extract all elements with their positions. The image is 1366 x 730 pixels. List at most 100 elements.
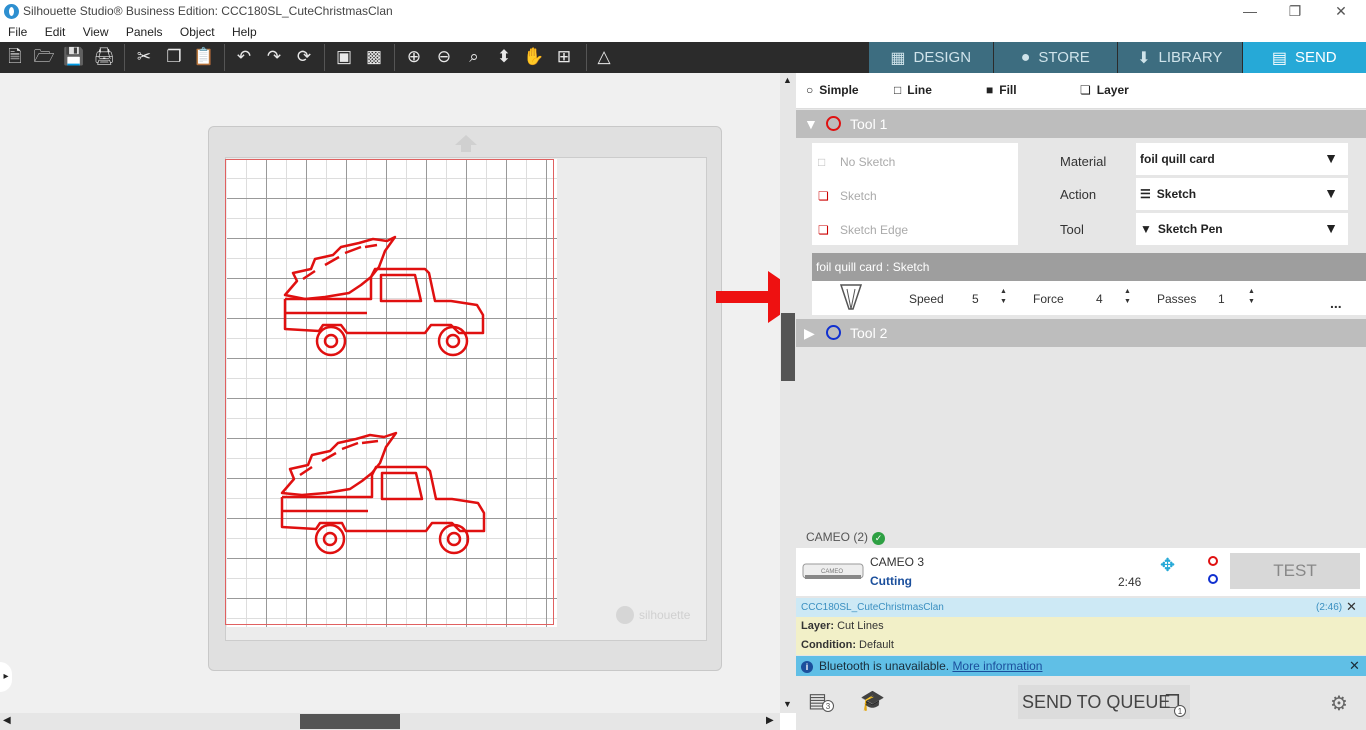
cut-icon[interactable]: ✂	[132, 45, 156, 69]
open-icon[interactable]: 🗁	[32, 45, 56, 69]
sketch-lines-icon: ☰	[1140, 187, 1151, 201]
tool1-color-icon	[826, 116, 841, 131]
group-icon[interactable]: ▣	[332, 45, 356, 69]
close-job-icon[interactable]: ✕	[1346, 599, 1357, 615]
mode-simple[interactable]: ○ Simple	[806, 83, 859, 97]
passes-label: Passes	[1157, 292, 1197, 306]
fit-icon[interactable]: ⊞	[552, 45, 576, 69]
undo-icon[interactable]: ↶	[232, 45, 256, 69]
menu-help[interactable]: Help	[218, 24, 257, 39]
force-stepper[interactable]: ▲ ▼	[1124, 287, 1131, 307]
sketch-edge-option[interactable]: ❏ Sketch Edge	[818, 223, 908, 237]
mode-line[interactable]: □ Line	[894, 83, 932, 97]
restore-icon[interactable]: ❐	[1285, 3, 1305, 21]
passes-value[interactable]: 1	[1218, 292, 1225, 306]
no-sketch-option[interactable]: □ No Sketch	[818, 155, 895, 169]
horizontal-scroll-thumb[interactable]	[300, 714, 400, 729]
tool-label: Tool	[1060, 222, 1084, 237]
minimize-icon[interactable]: —	[1240, 3, 1260, 21]
vertical-scroll-thumb[interactable]	[781, 313, 795, 381]
tool-dropdown[interactable]: ▼ Sketch Pen ▼	[1136, 213, 1348, 245]
sketch-option[interactable]: ❏ Sketch	[818, 189, 877, 203]
force-label: Force	[1033, 292, 1064, 306]
sketch-options: □ No Sketch ❏ Sketch ❏ Sketch Edge	[812, 143, 1018, 245]
redo-icon[interactable]: ↷	[262, 45, 286, 69]
speed-stepper[interactable]: ▲ ▼	[1000, 287, 1007, 307]
more-information-link[interactable]: More information	[952, 659, 1042, 673]
device-name: CAMEO 3	[870, 555, 925, 569]
material-label: Material	[1060, 154, 1107, 169]
info-icon: i	[801, 661, 813, 673]
test-button[interactable]: TEST	[1230, 553, 1360, 589]
zoom-select-icon[interactable]: ⌕	[462, 45, 486, 69]
mode-fill[interactable]: ■ Fill	[986, 83, 1017, 97]
print-icon[interactable]: 🖨	[92, 45, 116, 69]
tab-design[interactable]: ▦ DESIGN	[868, 42, 993, 73]
tutorial-icon[interactable]: 🎓	[860, 688, 885, 713]
passes-stepper[interactable]: ▲ ▼	[1248, 287, 1255, 307]
close-icon[interactable]: ✕	[1331, 3, 1351, 21]
ungroup-icon[interactable]: ▩	[362, 45, 386, 69]
copy-icon[interactable]: ❐	[162, 45, 186, 69]
tool2-color-icon	[826, 325, 841, 340]
scroll-left-icon[interactable]: ◀	[3, 715, 11, 726]
chevron-down-icon: ▼	[1324, 185, 1338, 201]
menu-view[interactable]: View	[69, 24, 109, 39]
tab-send[interactable]: ▤ SEND	[1241, 42, 1366, 73]
truck-design-2[interactable]	[272, 429, 492, 559]
zoom-out-icon[interactable]: ⊖	[432, 45, 456, 69]
toolbar: 🗎 🗁 💾 🖨 ✂ ❐ 📋 ↶ ↷ ⟳ ▣ ▩ ⊕ ⊖ ⌕ ⬍ ✋ ⊞ △	[0, 42, 868, 73]
send-panel: ○ Simple □ Line ■ Fill ❏ Layer ▼ Tool 1 □ No …	[796, 73, 1366, 730]
truck-design-1[interactable]	[275, 233, 490, 363]
chevron-down-icon: ▼	[1324, 150, 1338, 166]
tool2-header[interactable]: ▶ Tool 2	[796, 319, 1366, 347]
gear-icon[interactable]: ⚙	[1330, 691, 1348, 716]
layer-icon: ❏	[1080, 83, 1091, 97]
material-dropdown[interactable]: foil quill card ▼	[1136, 143, 1348, 175]
menu-file[interactable]: File	[0, 24, 27, 39]
device-row[interactable]: CAMEO CAMEO 3 Cutting 2:46 ✥ TEST	[796, 548, 1366, 596]
title-bar: Silhouette Studio® Business Edition: CCC…	[0, 0, 1366, 24]
redraw-icon[interactable]: ⟳	[292, 45, 316, 69]
more-options[interactable]: ...	[1330, 295, 1342, 311]
material-summary: foil quill card : Sketch	[812, 253, 1366, 281]
silhouette-icon: ●	[1020, 48, 1031, 66]
tab-store[interactable]: ● STORE	[992, 42, 1117, 73]
cutter-icon: ▤	[1271, 49, 1287, 67]
menu-panels[interactable]: Panels	[112, 24, 163, 39]
menu-object[interactable]: Object	[166, 24, 215, 39]
sketch-icon: ❏	[818, 189, 829, 203]
menu-edit[interactable]: Edit	[31, 24, 66, 39]
scroll-down-icon[interactable]: ▼	[783, 699, 792, 709]
mode-layer[interactable]: ❏ Layer	[1080, 83, 1129, 97]
device-header: CAMEO (2) ✓	[796, 530, 1366, 548]
scroll-right-icon[interactable]: ▶	[766, 715, 774, 726]
action-dropdown[interactable]: ☰ Sketch ▼	[1136, 178, 1348, 210]
pan-icon[interactable]: ✋	[522, 45, 546, 69]
move-icon[interactable]: ⬍	[492, 45, 516, 69]
pattern-icon[interactable]: △	[592, 45, 616, 69]
save-icon[interactable]: 💾	[62, 45, 86, 69]
force-value[interactable]: 4	[1096, 292, 1103, 306]
send-to-queue-button[interactable]: SEND TO QUEUE ❐ 1	[1018, 685, 1190, 719]
device-status: Cutting	[870, 574, 912, 588]
tab-library[interactable]: ⬇ LIBRARY	[1117, 42, 1242, 73]
collapse-icon: ▼	[804, 116, 818, 132]
tool1-header[interactable]: ▼ Tool 1	[796, 110, 1366, 138]
window-title: Silhouette Studio® Business Edition: CCC…	[23, 4, 393, 18]
close-notice-icon[interactable]: ✕	[1349, 658, 1360, 674]
horizontal-scrollbar[interactable]: ◀ ▶	[0, 713, 780, 730]
chevron-down-icon: ▼	[1324, 220, 1338, 236]
check-icon: ✓	[872, 532, 886, 545]
new-icon[interactable]: 🗎	[3, 45, 27, 69]
paste-icon[interactable]: 📋	[192, 45, 216, 69]
scroll-up-icon[interactable]: ▲	[783, 75, 792, 85]
job-row[interactable]: CCC180SL_CuteChristmasClan (2:46) ✕	[796, 598, 1366, 617]
move-arrows-icon[interactable]: ✥	[1160, 556, 1175, 574]
vertical-scrollbar[interactable]: ▲ ▼	[780, 73, 796, 713]
queue-icon[interactable]: ▤ 3	[808, 688, 834, 713]
design-canvas[interactable]: silhouette	[0, 73, 806, 713]
zoom-in-icon[interactable]: ⊕	[402, 45, 426, 69]
cut-settings: Speed 5 ▲ ▼ Force 4 ▲ ▼ Passes 1 ▲ ▼ ...	[812, 281, 1366, 315]
speed-value[interactable]: 5	[972, 292, 979, 306]
